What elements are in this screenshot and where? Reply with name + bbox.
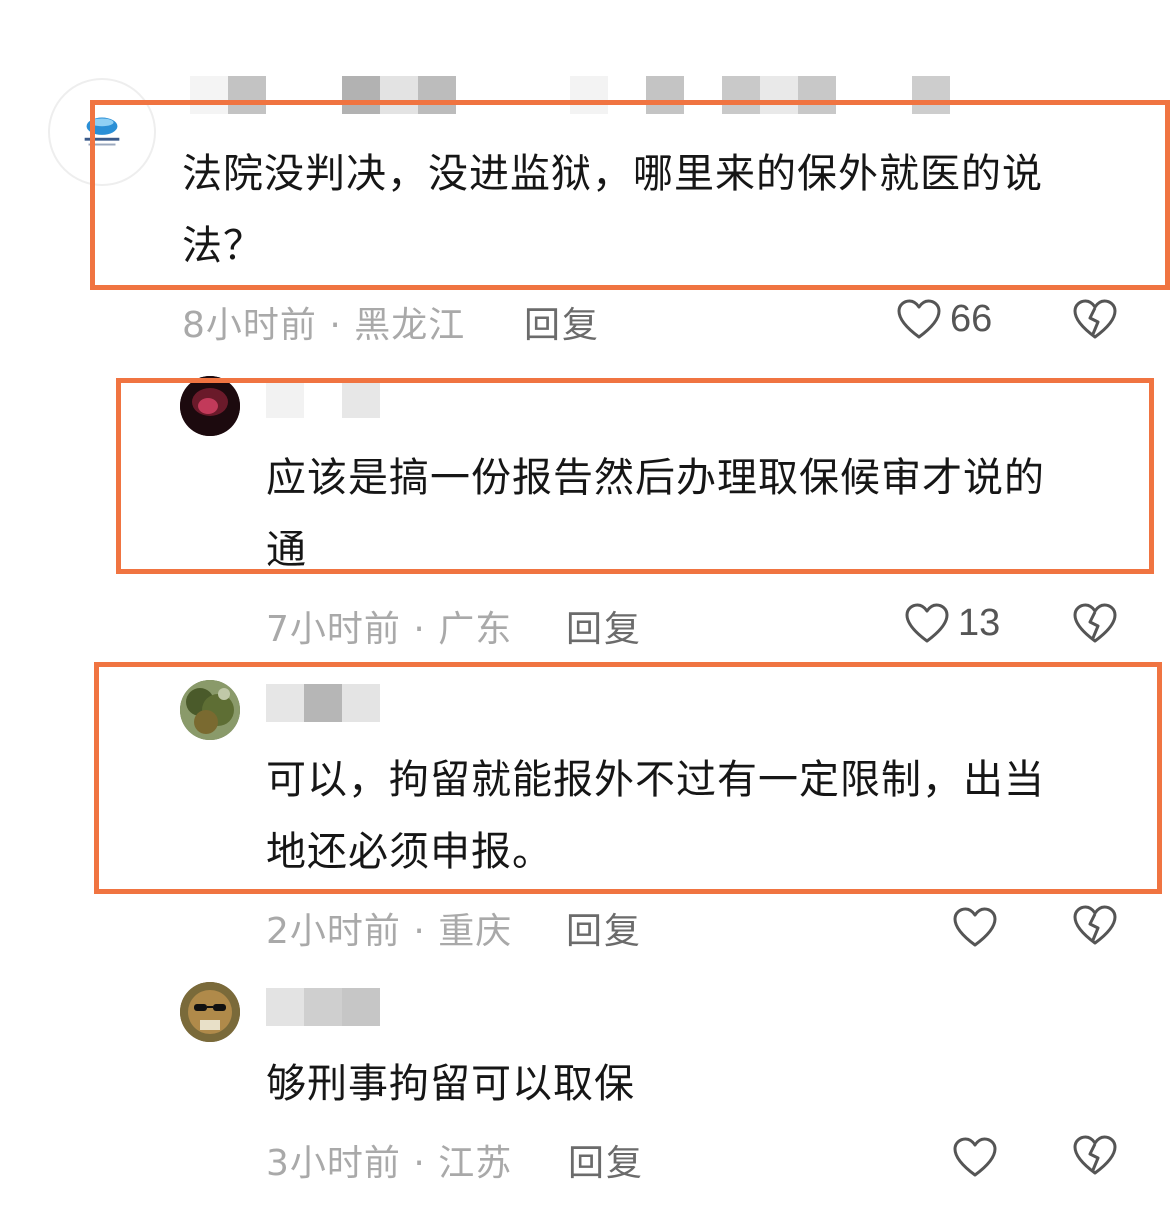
comment-text-line: 地还必须申报。 xyxy=(266,829,553,875)
username-blurred xyxy=(380,76,418,114)
comment-meta: 3小时前 · 江苏 xyxy=(266,1143,513,1184)
username-blurred xyxy=(342,76,380,114)
username-blurred[interactable] xyxy=(304,988,342,1026)
username-blurred[interactable] xyxy=(228,76,266,114)
username-blurred[interactable] xyxy=(266,684,304,722)
comment-text-line: 法？ xyxy=(182,223,264,269)
heart-outline-icon xyxy=(904,602,950,644)
username-blurred[interactable] xyxy=(304,684,342,722)
comment-meta: 8小时前 · 黑龙江 xyxy=(182,305,466,346)
news-logo-icon xyxy=(84,117,120,146)
like-button[interactable]: 66 xyxy=(896,296,992,342)
avatar[interactable] xyxy=(180,680,240,740)
avatar[interactable] xyxy=(180,982,240,1042)
username-blurred xyxy=(912,76,950,114)
username-blurred xyxy=(760,76,798,114)
comment-text-line: 法院没判决，没进监狱，哪里来的保外就医的说 xyxy=(182,151,1043,197)
heart-outline-icon xyxy=(896,298,942,340)
heart-outline-icon xyxy=(952,906,998,948)
username-blurred xyxy=(798,76,836,114)
username-blurred[interactable] xyxy=(342,684,380,722)
username-blurred[interactable] xyxy=(190,76,228,114)
like-count: 66 xyxy=(950,297,993,340)
heart-outline-icon xyxy=(952,1136,998,1178)
like-button[interactable]: 13 xyxy=(904,600,1000,646)
avatar[interactable] xyxy=(48,78,156,186)
comment-text-line: 够刑事拘留可以取保 xyxy=(266,1061,635,1107)
like-button[interactable] xyxy=(952,1134,1006,1180)
comment-text-line: 通 xyxy=(266,527,307,573)
sunglasses-character-avatar-icon xyxy=(180,982,240,1042)
like-button[interactable] xyxy=(952,904,1006,950)
username-blurred[interactable] xyxy=(342,380,380,418)
reply-button[interactable]: 回复 xyxy=(568,1134,644,1186)
comment-text-line: 可以，拘留就能报外不过有一定限制，出当 xyxy=(266,757,1045,803)
tree-photo-avatar-icon xyxy=(180,680,240,740)
comment-text-line: 应该是搞一份报告然后办理取保候审才说的 xyxy=(266,455,1045,501)
broken-heart-icon[interactable] xyxy=(1072,904,1118,946)
reply-button[interactable]: 回复 xyxy=(566,902,642,954)
username-blurred[interactable] xyxy=(266,988,304,1026)
username-blurred xyxy=(570,76,608,114)
broken-heart-icon[interactable] xyxy=(1072,1134,1118,1176)
username-blurred[interactable] xyxy=(342,988,380,1026)
username-blurred xyxy=(646,76,684,114)
comment-meta: 2小时前 · 重庆 xyxy=(266,911,513,952)
dark-red-avatar-icon xyxy=(180,376,240,436)
avatar[interactable] xyxy=(180,376,240,436)
broken-heart-icon[interactable] xyxy=(1072,602,1118,644)
like-count: 13 xyxy=(958,601,1001,644)
reply-button[interactable]: 回复 xyxy=(566,600,642,652)
broken-heart-icon[interactable] xyxy=(1072,298,1118,340)
comment-list: 法院没判决，没进监狱，哪里来的保外就医的说 法？ 8小时前 · 黑龙江 回复 6… xyxy=(0,0,1170,1221)
username-blurred xyxy=(418,76,456,114)
reply-button[interactable]: 回复 xyxy=(524,296,600,348)
username-blurred xyxy=(722,76,760,114)
comment-meta: 7小时前 · 广东 xyxy=(266,609,513,650)
username-blurred[interactable] xyxy=(266,380,304,418)
